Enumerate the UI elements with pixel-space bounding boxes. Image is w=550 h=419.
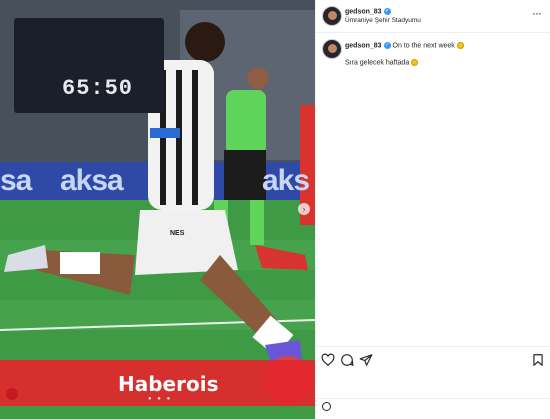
verified-badge-icon: ✓	[383, 8, 391, 15]
comment-divider	[316, 398, 550, 399]
next-photo-button[interactable]: ›	[298, 203, 310, 215]
post-header-user[interactable]: gedson_83 ✓	[345, 8, 391, 15]
scoreboard: 65:50	[14, 18, 164, 113]
caption-username[interactable]: gedson_83	[345, 42, 382, 49]
actions-divider	[316, 346, 550, 347]
ad-board-text: aksa	[60, 164, 124, 197]
location-link[interactable]: Ümraniye Şehir Stadyumu	[345, 17, 421, 24]
caption-text: On to the next week	[392, 42, 455, 50]
ad-board-text: sa	[0, 164, 32, 197]
caption-line-1: gedson_83 ✓ On to the next week	[345, 42, 464, 49]
carousel-dots: ● ● ●	[148, 396, 173, 402]
caption-line-2: Sıra gelecek haftada	[345, 59, 419, 67]
smiley-emoji-icon	[411, 59, 419, 66]
header-divider	[316, 32, 550, 33]
smiley-emoji-icon	[456, 42, 464, 49]
watermark-text: Haberois	[118, 372, 219, 396]
scoreboard-score: 65:50	[62, 76, 134, 101]
more-options-icon[interactable]: ···	[532, 6, 542, 20]
bookmark-icon[interactable]	[531, 353, 545, 367]
heart-icon[interactable]	[321, 353, 335, 367]
shorts-sponsor: NES	[170, 230, 185, 237]
caption-avatar[interactable]	[322, 39, 342, 59]
smiley-icon[interactable]	[322, 402, 331, 411]
avatar[interactable]	[322, 6, 342, 26]
watermark-logo-icon	[6, 388, 18, 400]
caption-text-tr: Sıra gelecek haftada	[345, 59, 410, 67]
post-photo[interactable]: 65:50 sa aksa aks NES ›	[0, 0, 315, 419]
ad-board-text: aks	[262, 164, 310, 197]
send-icon[interactable]	[359, 353, 373, 367]
username-link[interactable]: gedson_83	[345, 8, 382, 15]
comment-icon[interactable]	[340, 353, 354, 367]
verified-badge-icon: ✓	[383, 42, 391, 49]
